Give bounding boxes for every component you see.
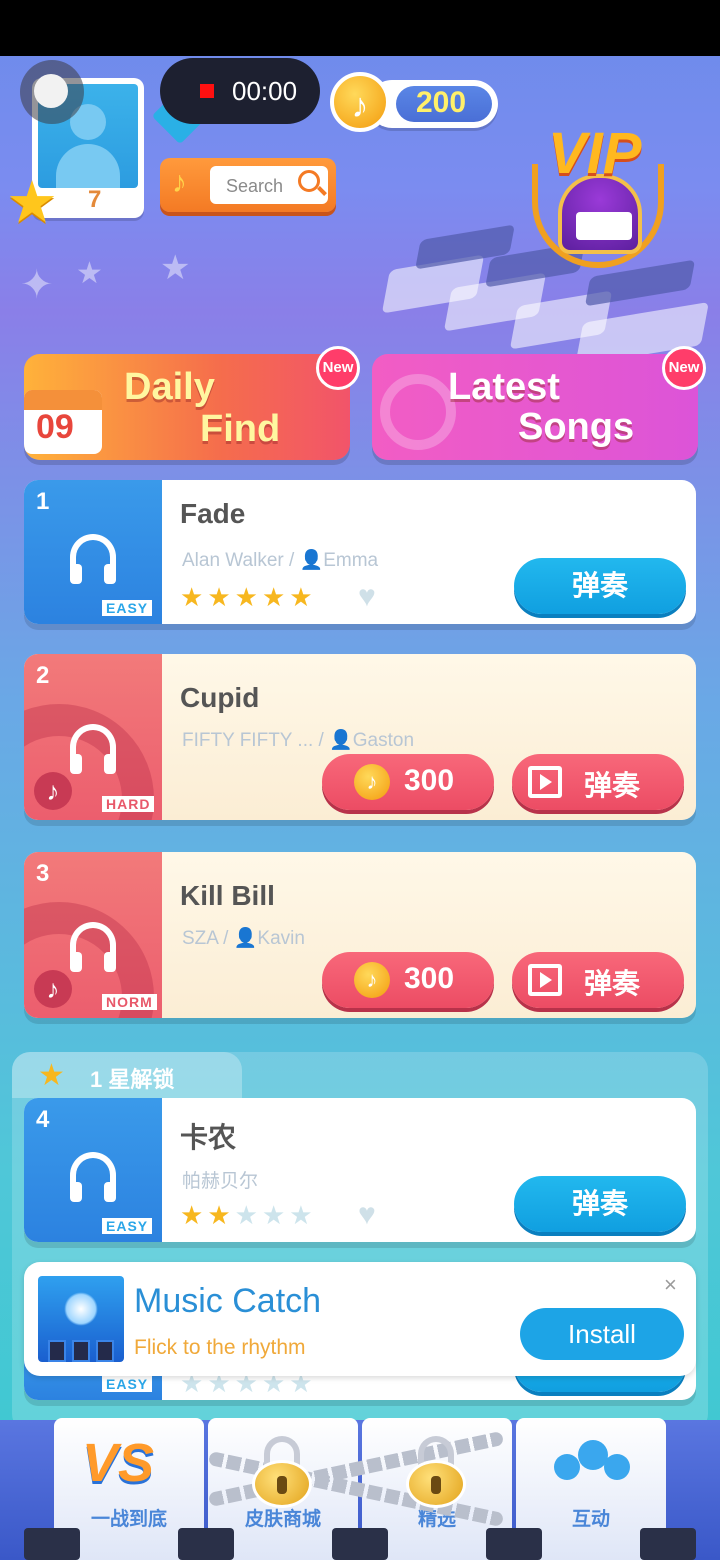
search-button[interactable]: ♪ Search [160,158,336,212]
player-level: 7 [88,186,102,213]
unlock-price-button[interactable]: ♪ 300 [322,754,494,810]
video-icon [528,766,562,798]
section-label: 1 星解锁 [90,1067,175,1092]
ad-app-icon [38,1276,124,1362]
music-coin-icon: ♪ [330,72,390,132]
difficulty-badge: EASY [102,600,153,616]
calendar-day: 09 [36,408,74,446]
headphones-icon [70,724,116,774]
song-row[interactable]: 2 ♪ HARD Cupid FIFTY FIFTY ... / 👤Gaston… [24,654,696,820]
song-cover: 2 ♪ HARD [24,654,162,820]
watch-video-play-button[interactable]: 弹奏 [512,754,684,810]
user-icon: 👤 [299,550,324,571]
lock-icon [406,1436,466,1508]
ad-tagline: Flick to the rhythm [134,1336,306,1359]
banner-title-line1: Latest [448,366,560,408]
ad-app-name: Music Catch [134,1282,322,1320]
piano-key-decoration [332,1528,388,1560]
song-row[interactable]: 4 EASY 卡农 帕赫贝尔 ★★★★★ ♥ 弹奏 [24,1098,696,1242]
search-label: Search [226,176,284,196]
song-cover: 1 EASY [24,480,162,624]
banner-title-line2: Find [200,408,281,450]
vip-badge[interactable]: VIP [528,120,668,270]
headphones-icon [380,374,456,450]
song-artist: FIFTY FIFTY ... / 👤Gaston [182,730,415,751]
record-stop-icon [200,84,214,98]
song-cover: 4 EASY [24,1098,162,1242]
sparkle-decoration: ✦ [20,263,54,307]
status-bar [0,0,720,56]
favorite-heart-icon[interactable]: ♥ [358,1198,376,1232]
song-artist: SZA / 👤Kavin [182,928,305,949]
daily-find-banner[interactable]: 09 Daily Find [24,354,350,460]
song-artist: 帕赫贝尔 [182,1171,259,1192]
song-index: 2 [36,662,50,689]
song-title: Cupid [180,682,260,713]
star-rating: ★★★★★ [180,582,317,612]
song-index: 1 [36,488,50,515]
headphones-icon [70,534,116,584]
vip-label: VIP [548,121,642,186]
install-button[interactable]: Install [520,1308,684,1360]
piano-key-decoration [178,1528,234,1560]
search-field[interactable]: Search [210,166,328,204]
favorite-heart-icon[interactable]: ♥ [358,580,376,614]
difficulty-badge: HARD [102,796,155,812]
unlock-price: 300 [404,764,455,797]
song-artist: Alan Walker / 👤Emma [182,550,379,571]
lock-icon [252,1436,312,1508]
close-icon[interactable]: × [664,1272,677,1298]
song-row[interactable]: 1 EASY Fade Alan Walker / 👤Emma ★★★★★ ♥ … [24,480,696,624]
difficulty-badge: EASY [102,1376,153,1392]
star-rating: ★★★★★ [180,1200,317,1230]
new-badge: New [662,346,706,390]
music-note-icon: ♪ [34,970,72,1008]
song-row[interactable]: 3 ♪ NORM Kill Bill SZA / 👤Kavin ♪ 300 弹奏 [24,852,696,1018]
video-icon [528,964,562,996]
latest-songs-banner[interactable]: Latest Songs [372,354,698,460]
coin-amount: 200 [416,86,467,119]
play-button[interactable]: 弹奏 [514,1176,686,1232]
play-button[interactable]: 弹奏 [514,558,686,614]
floating-assist-button[interactable] [20,60,84,124]
people-icon [554,1436,630,1496]
difficulty-badge: NORM [102,994,157,1010]
song-index: 4 [36,1106,50,1133]
unlock-price-button[interactable]: ♪ 300 [322,952,494,1008]
sparkle-decoration: ★ [76,257,103,290]
music-coin-icon: ♪ [354,962,390,998]
piano-key-decoration [24,1528,80,1560]
piano-key-decoration [640,1528,696,1560]
user-icon: 👤 [329,730,353,751]
song-index: 3 [36,860,50,887]
banner-title-line2: Songs [518,406,635,448]
piano-key-decoration [486,1528,542,1560]
song-cover: 3 ♪ NORM [24,852,162,1018]
watch-video-play-button[interactable]: 弹奏 [512,952,684,1008]
new-badge: New [316,346,360,390]
user-icon: 👤 [233,928,258,949]
section-tab: ★ 1 星解锁 [12,1052,242,1098]
search-icon [298,170,320,192]
star-icon: ★ [38,1059,65,1092]
ad-banner[interactable]: Music Catch Flick to the rhythm Install … [24,1262,696,1376]
headphones-icon [70,922,116,972]
music-coin-icon: ♪ [354,764,390,800]
song-title: Fade [180,498,246,529]
sparkle-decoration: ★ [160,249,191,287]
song-title: 卡农 [180,1122,237,1153]
song-title: Kill Bill [180,880,275,911]
headphones-icon [70,1152,116,1202]
versus-icon: VS [82,1433,155,1493]
level-star-icon: ★ [6,170,58,235]
difficulty-badge: EASY [102,1218,153,1234]
record-timer: 00:00 [232,76,298,106]
calendar-icon: 09 [24,390,102,454]
banner-title-line1: Daily [124,366,215,408]
unlock-price: 300 [404,962,455,995]
music-note-icon: ♪ [172,166,187,199]
music-note-icon: ♪ [34,772,72,810]
screen-record-indicator[interactable]: 00:00 [160,58,320,124]
